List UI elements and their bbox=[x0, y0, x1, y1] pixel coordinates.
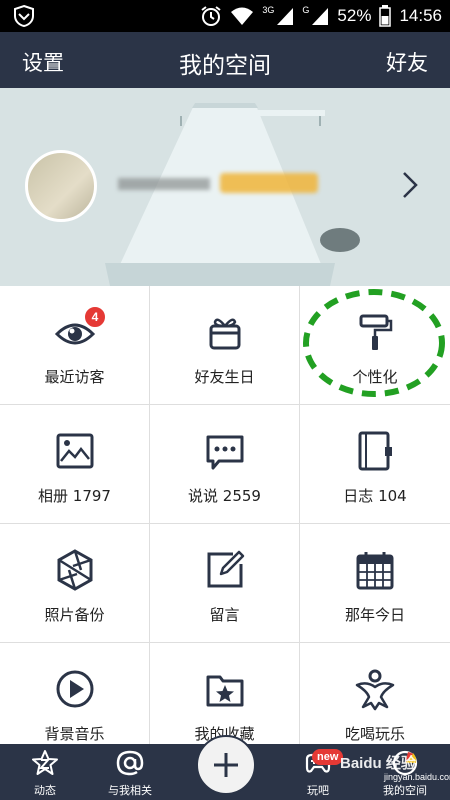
grid-item-label: 吃喝玩乐 bbox=[344, 725, 405, 743]
new-badge: new bbox=[312, 749, 344, 765]
speech-bubble-icon bbox=[206, 435, 243, 470]
person-star-icon bbox=[355, 669, 395, 711]
friends-button[interactable]: 好友 bbox=[386, 47, 428, 77]
top-nav-bar: 设置 我的空间 好友 bbox=[0, 32, 450, 88]
edit-note-icon bbox=[207, 550, 244, 588]
grid-item-on-this-day[interactable]: 那年今日 bbox=[300, 524, 450, 643]
at-icon bbox=[116, 750, 144, 776]
grid-item-label: 日志 104 bbox=[343, 487, 407, 505]
grid-item-label: 那年今日 bbox=[344, 606, 405, 624]
tab-label: 我的空间 bbox=[383, 784, 427, 797]
clock-time: 14:56 bbox=[399, 6, 442, 25]
network-g-label: G bbox=[302, 5, 310, 15]
grid-item-label: 照片备份 bbox=[44, 606, 105, 624]
username-blurred bbox=[118, 178, 210, 190]
shutter-icon bbox=[57, 549, 92, 591]
notebook-icon bbox=[358, 431, 392, 471]
profile-banner[interactable] bbox=[0, 88, 450, 286]
grid-item-label: 相册 1797 bbox=[38, 487, 111, 505]
highlight-annotation bbox=[303, 289, 445, 397]
grid-item-blog[interactable]: 日志 104 bbox=[300, 405, 450, 524]
battery-icon bbox=[379, 5, 392, 27]
watermark-url: jingyan.baidu.com bbox=[384, 772, 450, 782]
signal-icon-2 bbox=[312, 8, 329, 25]
grid-item-moments[interactable]: 说说 2559 bbox=[150, 405, 300, 524]
tab-label: 与我相关 bbox=[108, 784, 152, 797]
tab-feed[interactable]: 动态 bbox=[0, 744, 90, 800]
grid-item-recent-visitors[interactable]: 4 最近访客 bbox=[0, 286, 150, 405]
star-folder-icon bbox=[206, 675, 243, 707]
watermark-logo: Baidu 经验 bbox=[340, 755, 416, 772]
grid-item-photo-backup[interactable]: 照片备份 bbox=[0, 524, 150, 643]
grid-item-label: 最近访客 bbox=[44, 368, 105, 386]
calendar-icon bbox=[356, 552, 394, 590]
tab-label: 动态 bbox=[34, 784, 56, 797]
status-bar: 3G G 52% 14:56 bbox=[0, 0, 450, 32]
wifi-icon bbox=[231, 7, 254, 25]
grid-item-label: 留言 bbox=[209, 606, 240, 624]
star-z-icon bbox=[32, 750, 58, 775]
vip-badge-blurred bbox=[220, 173, 318, 193]
page-title: 我的空间 bbox=[179, 53, 271, 79]
grid-item-friend-birthday[interactable]: 好友生日 bbox=[150, 286, 300, 405]
avatar[interactable] bbox=[25, 150, 97, 222]
plus-icon bbox=[214, 753, 238, 777]
alarm-icon bbox=[201, 6, 221, 26]
grid-item-album[interactable]: 相册 1797 bbox=[0, 405, 150, 524]
shield-icon bbox=[14, 4, 34, 28]
play-icon bbox=[56, 670, 93, 708]
photo-album-icon bbox=[56, 433, 93, 469]
grid-item-label: 好友生日 bbox=[194, 368, 255, 386]
tab-label: 玩吧 bbox=[307, 784, 329, 797]
signal-icon bbox=[277, 8, 294, 25]
network-3g-label: 3G bbox=[262, 5, 275, 15]
grid-item-message-board[interactable]: 留言 bbox=[150, 524, 300, 643]
tab-mentions[interactable]: 与我相关 bbox=[85, 744, 175, 800]
grid-item-label: 说说 2559 bbox=[188, 487, 261, 505]
grid-item-label: 背景音乐 bbox=[44, 725, 105, 743]
battery-percent: 52% bbox=[337, 6, 372, 25]
chevron-right-icon[interactable] bbox=[400, 170, 420, 200]
visitor-count-badge: 4 bbox=[84, 306, 106, 328]
publish-button[interactable] bbox=[196, 735, 256, 795]
gift-icon bbox=[209, 318, 240, 350]
